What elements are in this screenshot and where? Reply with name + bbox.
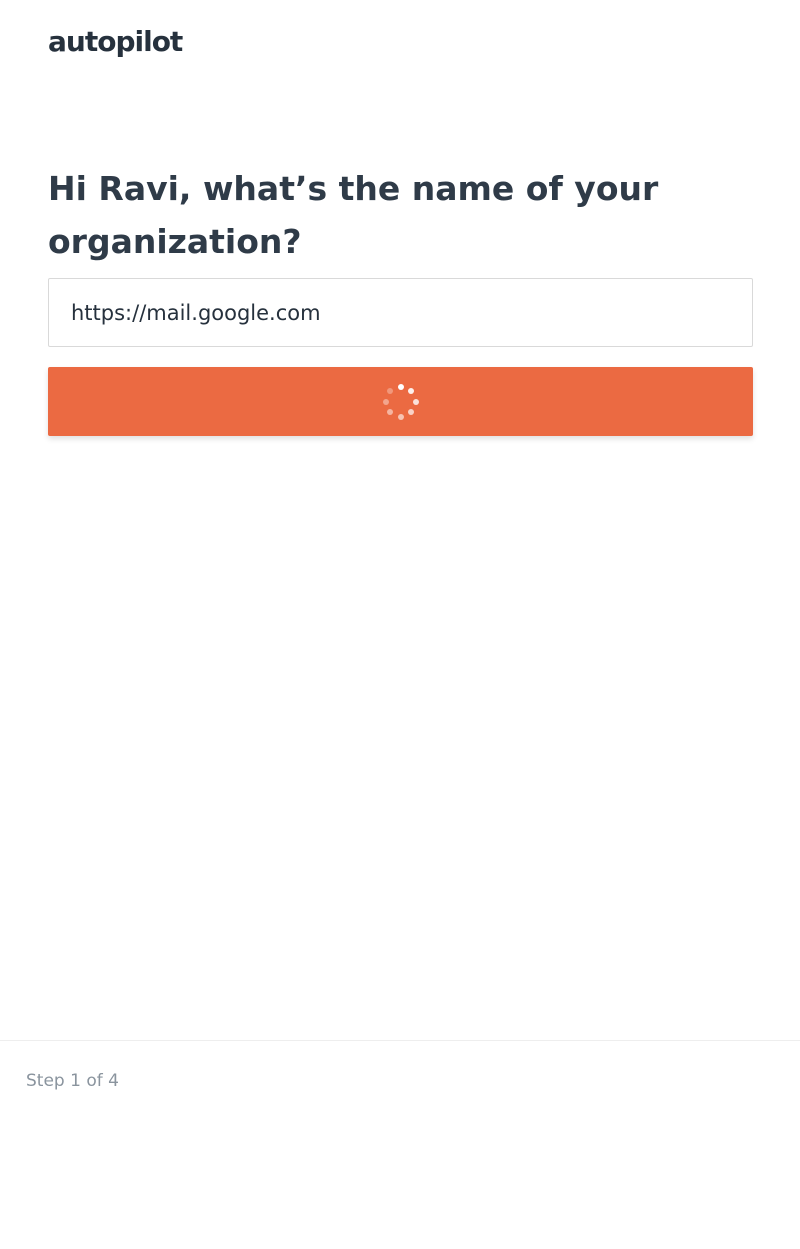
footer: Step 1 of 4	[0, 1040, 800, 1249]
loading-spinner-icon	[382, 383, 419, 420]
page-title: Hi Ravi, what’s the name of your organiz…	[48, 169, 659, 261]
organization-name-input[interactable]	[48, 278, 753, 347]
continue-button[interactable]	[48, 367, 753, 436]
step-indicator: Step 1 of 4	[26, 1071, 119, 1091]
autopilot-logo: autopilot	[48, 25, 183, 58]
